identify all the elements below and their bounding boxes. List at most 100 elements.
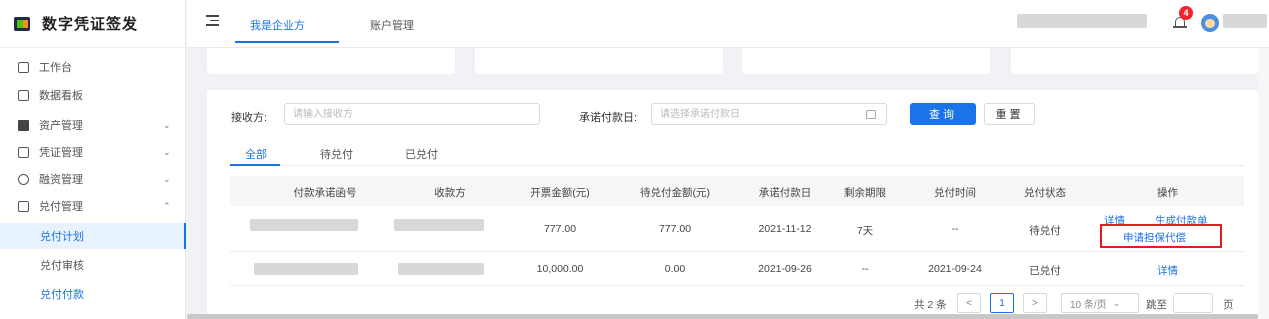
remaining-term: -- [861, 263, 869, 275]
avatar[interactable] [1201, 14, 1219, 32]
main-panel: 接收方: 承诺付款日: 查询 重置 全部 待兑付 已兑付 付款承诺函号 收款方 … [207, 90, 1258, 319]
sidebar-subitem-payment-plan[interactable]: 兑付计划 [0, 223, 186, 249]
pending-amount: 0.00 [664, 263, 686, 275]
sidebar-item-label: 凭证管理 [39, 147, 83, 159]
query-button[interactable]: 查询 [910, 103, 976, 125]
tab-active-indicator [235, 41, 339, 43]
col-header: 待兑付金额(元) [640, 187, 710, 199]
col-header: 付款承诺函号 [293, 187, 357, 199]
chevron-down-icon: ⌄ [163, 146, 171, 157]
pending-amount: 777.00 [658, 223, 692, 235]
contract-number-redacted [254, 263, 358, 275]
jump-page-input[interactable] [1173, 293, 1213, 313]
receiver-redacted [394, 219, 484, 231]
app-logo[interactable]: 数字凭证签发 [0, 0, 185, 48]
sidebar-subitem-label: 兑付付款 [40, 289, 84, 301]
asset-icon [18, 119, 29, 131]
summary-card [742, 48, 990, 74]
summary-card [475, 48, 723, 74]
paid-time: 2021-09-24 [928, 263, 982, 275]
summary-card [1011, 48, 1258, 74]
due-date: 2021-11-12 [758, 223, 812, 235]
finance-icon [18, 173, 29, 185]
reset-button[interactable]: 重置 [984, 103, 1035, 125]
sidebar-item-label: 资产管理 [39, 120, 83, 132]
sidebar-subitem-label: 兑付审核 [40, 260, 84, 272]
sidebar-item-label: 工作台 [39, 62, 72, 74]
col-header: 收款方 [434, 187, 466, 199]
username-redacted [1223, 14, 1267, 28]
col-header: 兑付时间 [934, 187, 976, 199]
sidebar-subitem-payment-review[interactable]: 兑付审核 [0, 253, 186, 277]
sidebar-item-workbench[interactable]: 工作台 [0, 55, 186, 79]
page-1-button[interactable]: 1 [990, 293, 1014, 313]
tabs-divider [230, 165, 1244, 166]
top-header: 我是企业方 账户管理 4 [187, 0, 1269, 48]
filter-tab-all[interactable]: 全部 [245, 146, 267, 162]
receiver-label: 接收方: [231, 112, 268, 124]
col-header: 操作 [1157, 187, 1178, 199]
user-info-redacted [1017, 14, 1147, 28]
sidebar-item-assets[interactable]: 资产管理 ⌄ [0, 113, 186, 137]
vertical-scrollbar[interactable] [1258, 48, 1269, 319]
chevron-down-icon: ⌄ [1112, 297, 1121, 308]
table-row: 10,000.00 0.00 2021-09-26 -- 2021-09-24 … [230, 252, 1244, 286]
tab-enterprise[interactable]: 我是企业方 [250, 17, 305, 33]
app-title: 数字凭证签发 [42, 16, 139, 33]
logo-icon [14, 16, 30, 31]
next-page-button[interactable]: > [1023, 293, 1047, 313]
pagination-total: 共 2 条 [914, 299, 947, 311]
summary-card [207, 48, 455, 74]
receiver-input[interactable] [284, 103, 540, 125]
payment-icon [18, 200, 29, 212]
sidebar-subitem-label: 兑付计划 [40, 231, 84, 243]
remaining-term: 7天 [856, 225, 874, 237]
prev-page-button[interactable]: < [957, 293, 981, 313]
chevron-up-icon: ⌃ [163, 200, 171, 211]
due-date-label: 承诺付款日: [579, 112, 638, 124]
invoice-amount: 10,000.00 [536, 263, 584, 275]
receiver-redacted [398, 263, 484, 275]
filter-tab-indicator [230, 164, 280, 166]
menu-collapse-icon[interactable] [206, 15, 219, 26]
filter-tab-paid[interactable]: 已兑付 [405, 146, 438, 162]
sidebar-item-label: 兑付管理 [39, 201, 83, 213]
contract-number-redacted [250, 219, 358, 231]
detail-link[interactable]: 详情 [1110, 263, 1225, 278]
chevron-down-icon: ⌄ [163, 173, 171, 184]
filter-tab-pending[interactable]: 待兑付 [320, 146, 353, 162]
sidebar-item-vouchers[interactable]: 凭证管理 ⌄ [0, 140, 186, 164]
sidebar: 数字凭证签发 工作台 数据看板 资产管理 ⌄ 凭证管理 ⌄ 融资管理 ⌄ 兑付管… [0, 0, 186, 319]
jump-label: 跳至 [1146, 299, 1167, 311]
col-header: 承诺付款日 [758, 187, 812, 199]
sidebar-item-dashboard[interactable]: 数据看板 [0, 83, 186, 107]
payment-status: 已兑付 [1029, 265, 1061, 277]
invoice-amount: 777.00 [543, 223, 577, 235]
page-suffix: 页 [1223, 299, 1234, 311]
dashboard-icon [18, 89, 29, 101]
horizontal-scrollbar[interactable] [187, 314, 1258, 319]
chevron-down-icon: ⌄ [163, 119, 171, 130]
due-date-picker[interactable] [651, 103, 887, 125]
page-size-value: 10 条/页 [1070, 299, 1107, 311]
sidebar-item-payment[interactable]: 兑付管理 ⌃ [0, 194, 186, 218]
sidebar-subitem-payment-pay[interactable]: 兑付付款 [0, 282, 186, 306]
col-header: 剩余期限 [844, 187, 886, 199]
voucher-icon [18, 146, 29, 158]
col-header: 兑付状态 [1024, 187, 1066, 199]
calendar-icon [866, 110, 876, 119]
sidebar-item-label: 数据看板 [39, 90, 83, 102]
sidebar-item-financing[interactable]: 融资管理 ⌄ [0, 167, 186, 191]
page-size-select[interactable]: 10 条/页 ⌄ [1061, 293, 1139, 313]
highlight-box [1100, 224, 1222, 248]
tab-account[interactable]: 账户管理 [370, 17, 414, 33]
sidebar-item-label: 融资管理 [39, 174, 83, 186]
monitor-icon [18, 61, 29, 73]
col-header: 开票金额(元) [530, 187, 590, 199]
table-header: 付款承诺函号 收款方 开票金额(元) 待兑付金额(元) 承诺付款日 剩余期限 兑… [230, 176, 1244, 206]
paid-time: -- [951, 223, 959, 235]
table-row: 777.00 777.00 2021-11-12 7天 -- 待兑付 详情 生成… [230, 206, 1244, 252]
due-date: 2021-09-26 [758, 263, 812, 275]
notification-badge: 4 [1179, 6, 1193, 20]
payment-status: 待兑付 [1029, 225, 1061, 237]
